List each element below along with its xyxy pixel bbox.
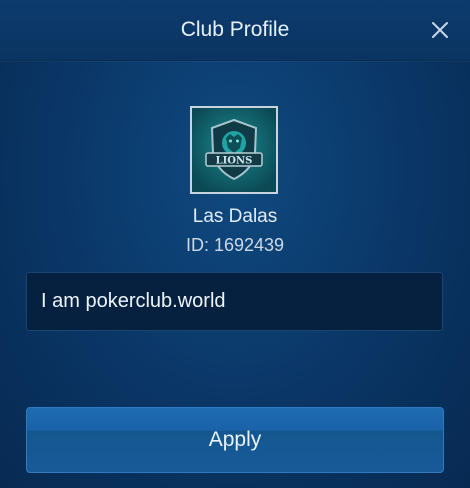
lion-emblem-icon: LIONS [192,108,276,192]
club-description-field[interactable]: I am pokerclub.world [26,272,443,331]
club-name: Las Dalas [192,206,278,227]
logo-text: LIONS [216,156,253,167]
dialog-title: Club Profile [180,18,290,41]
club-id: ID: 1692439 [185,235,285,255]
apply-button[interactable]: Apply [26,407,444,473]
club-logo: LIONS [190,106,278,194]
close-icon [432,22,448,38]
club-profile-dialog: Club Profile LIONS Las Dalas ID: 1692439… [0,0,470,488]
close-button[interactable] [428,18,452,42]
dialog-header: Club Profile [0,0,470,61]
